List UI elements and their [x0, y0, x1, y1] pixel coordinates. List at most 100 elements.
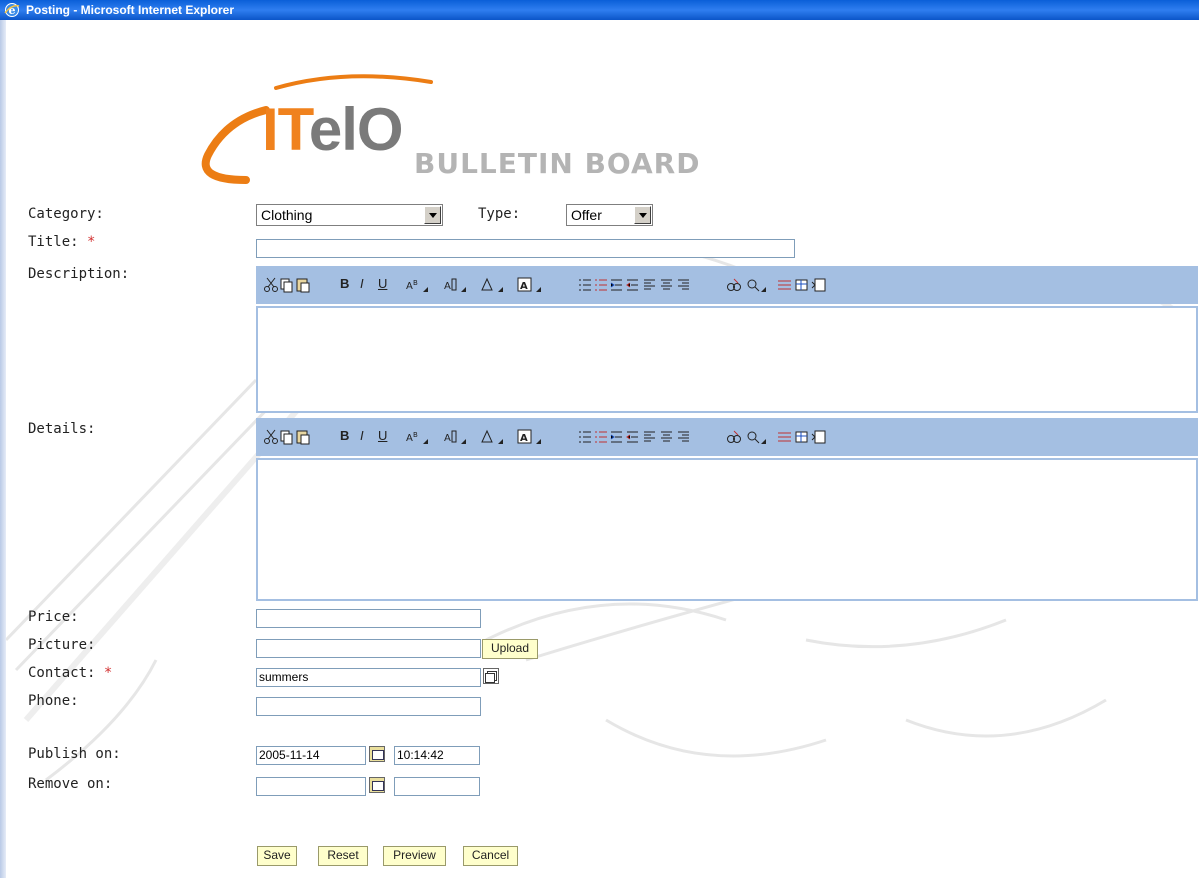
picture-label: Picture:	[28, 637, 96, 653]
cut-icon[interactable]	[264, 277, 278, 292]
category-select[interactable]: Clothing	[256, 204, 443, 226]
image-icon[interactable]	[747, 431, 766, 444]
window-title: Posting - Microsoft Internet Explorer	[26, 3, 235, 17]
svg-text:A: A	[406, 433, 413, 444]
logo-wordmark: ITelO	[262, 100, 404, 160]
preview-button[interactable]: Preview	[383, 846, 446, 866]
copy-icon[interactable]	[280, 430, 293, 445]
reset-button[interactable]: Reset	[318, 846, 368, 866]
bold-icon[interactable]: B	[340, 428, 349, 443]
description-editor[interactable]	[256, 306, 1198, 413]
required-marker: *	[87, 234, 96, 250]
logo-it: IT	[262, 96, 310, 163]
bullet-list-icon[interactable]	[579, 279, 591, 291]
align-right-icon[interactable]	[678, 279, 689, 290]
bold-icon[interactable]: B	[340, 276, 349, 291]
copy-icon[interactable]	[280, 278, 293, 293]
cut-icon[interactable]	[264, 429, 278, 444]
svg-text:B: B	[413, 279, 418, 287]
font-style-icon[interactable]: A	[444, 278, 466, 292]
table-icon[interactable]	[795, 431, 808, 443]
indent-icon[interactable]	[610, 431, 622, 443]
calendar-icon[interactable]	[369, 777, 385, 793]
highlight-color-icon[interactable]: A	[517, 277, 541, 292]
upload-button[interactable]: Upload	[482, 639, 538, 659]
logo-elo: elO	[308, 96, 404, 163]
type-select[interactable]: Offer	[566, 204, 653, 226]
save-button[interactable]: Save	[257, 846, 297, 866]
remove-on-label: Remove on:	[28, 776, 113, 792]
contact-label: Contact: *	[28, 665, 112, 681]
text-color-icon[interactable]	[481, 277, 503, 292]
italic-icon[interactable]: I	[360, 276, 364, 291]
underline-icon[interactable]: U	[378, 276, 387, 291]
underline-icon[interactable]: U	[378, 428, 387, 443]
outdent-icon[interactable]	[626, 279, 638, 291]
description-label: Description:	[28, 266, 130, 282]
svg-text:A: A	[444, 433, 451, 444]
category-label: Category:	[28, 206, 104, 222]
required-marker: *	[103, 665, 113, 681]
align-right-icon[interactable]	[678, 431, 689, 442]
svg-text:A: A	[444, 281, 451, 292]
internet-explorer-icon: e	[4, 3, 20, 17]
horizontal-rule-icon[interactable]	[778, 432, 791, 442]
chevron-down-icon[interactable]	[424, 206, 441, 224]
link-icon[interactable]	[727, 430, 741, 443]
details-editor[interactable]	[256, 458, 1198, 601]
horizontal-rule-icon[interactable]	[778, 280, 791, 290]
details-textarea[interactable]	[258, 460, 1196, 599]
svg-text:A: A	[520, 433, 528, 444]
picture-input[interactable]	[256, 639, 481, 658]
align-center-icon[interactable]	[661, 279, 672, 290]
text-color-icon[interactable]	[481, 429, 503, 444]
italic-icon[interactable]: I	[360, 428, 364, 443]
svg-text:A: A	[520, 281, 528, 292]
svg-text:A: A	[406, 281, 413, 292]
image-icon[interactable]	[747, 279, 766, 292]
font-style-icon[interactable]: A	[444, 430, 466, 444]
title-input[interactable]	[256, 239, 795, 258]
price-input[interactable]	[256, 609, 481, 628]
clipboard-icons	[264, 277, 310, 293]
calendar-icon[interactable]	[369, 746, 385, 762]
type-value: Offer	[571, 207, 602, 223]
font-size-icon[interactable]: AB	[406, 431, 428, 444]
align-left-icon[interactable]	[644, 279, 655, 290]
highlight-color-icon[interactable]: A	[517, 429, 541, 444]
font-size-icon[interactable]: AB	[406, 279, 428, 292]
html-icon[interactable]	[811, 278, 826, 292]
remove-date-input[interactable]	[256, 777, 366, 796]
contact-input[interactable]: summers	[256, 668, 481, 687]
html-icon[interactable]	[811, 430, 826, 444]
svg-text:B: B	[413, 431, 418, 439]
details-toolbar: B I U AB A A	[256, 418, 1198, 456]
link-icon[interactable]	[727, 278, 741, 291]
format-icons: AB A A	[406, 277, 541, 292]
publish-time-input[interactable]: 10:14:42	[394, 746, 480, 765]
indent-icon[interactable]	[610, 279, 622, 291]
cancel-button[interactable]: Cancel	[463, 846, 518, 866]
table-icon[interactable]	[795, 279, 808, 291]
paragraph-icons	[579, 279, 689, 291]
phone-input[interactable]	[256, 697, 481, 716]
bullet-list-icon[interactable]	[579, 431, 591, 443]
description-toolbar: B I U AB A A	[256, 266, 1198, 304]
align-left-icon[interactable]	[644, 431, 655, 442]
contact-label-text: Contact:	[28, 665, 96, 681]
itelio-logo: ITelO BULLETIN BOARD	[186, 60, 746, 200]
publish-date-input[interactable]: 2005-11-14	[256, 746, 366, 765]
type-label: Type:	[478, 206, 521, 222]
page-content: ITelO BULLETIN BOARD Category: Clothing …	[6, 20, 1199, 878]
chevron-down-icon[interactable]	[634, 206, 651, 224]
numbered-list-icon[interactable]	[595, 431, 607, 443]
align-center-icon[interactable]	[661, 431, 672, 442]
paste-icon[interactable]	[296, 278, 310, 293]
remove-time-input[interactable]	[394, 777, 480, 796]
format-icons: AB A A	[406, 429, 541, 444]
paste-icon[interactable]	[296, 430, 310, 445]
outdent-icon[interactable]	[626, 431, 638, 443]
numbered-list-icon[interactable]	[595, 279, 607, 291]
description-textarea[interactable]	[258, 308, 1196, 411]
contact-picker-icon[interactable]	[483, 668, 499, 684]
